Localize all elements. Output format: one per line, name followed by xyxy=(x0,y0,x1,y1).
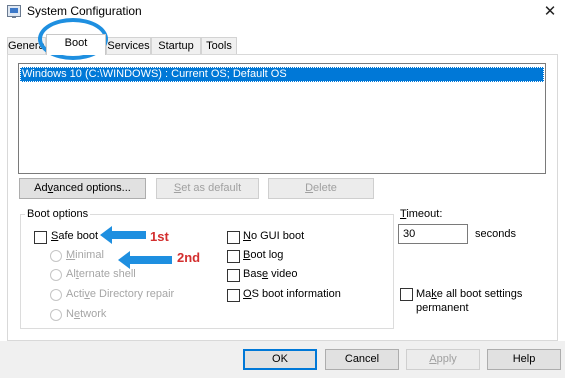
system-configuration-window: System Configuration ✕ General Boot Serv… xyxy=(0,0,565,378)
second-arrow-icon xyxy=(118,251,172,269)
boot-log-label: Boot log xyxy=(243,249,284,261)
os-boot-information-label: OS boot information xyxy=(243,288,341,300)
os-list-item[interactable]: Windows 10 (C:\WINDOWS) : Current OS; De… xyxy=(20,67,544,82)
timeout-input[interactable] xyxy=(398,224,468,244)
first-arrow-icon xyxy=(100,226,146,244)
safe-boot-checkbox[interactable] xyxy=(34,231,47,244)
annotation-second: 2nd xyxy=(177,250,201,265)
make-permanent-checkbox[interactable] xyxy=(400,288,413,301)
tab-tools[interactable]: Tools xyxy=(201,37,237,54)
timeout-unit: seconds xyxy=(475,228,516,240)
tab-strip: General Boot Services Startup Tools xyxy=(7,34,558,55)
help-button[interactable]: Help xyxy=(487,349,561,370)
minimal-radio[interactable] xyxy=(50,250,62,262)
cancel-button[interactable]: Cancel xyxy=(325,349,399,370)
base-video-label: Base video xyxy=(243,268,298,280)
no-gui-boot-checkbox[interactable] xyxy=(227,231,240,244)
no-gui-boot-label: No GUI boot xyxy=(243,230,305,242)
advanced-options-button[interactable]: Advanced options... xyxy=(19,178,146,199)
minimal-label: Minimal xyxy=(66,249,104,261)
make-permanent-label: Make all boot settings permanent xyxy=(416,288,523,314)
delete-button[interactable]: Delete xyxy=(268,178,374,199)
tab-services[interactable]: Services xyxy=(106,37,151,54)
active-directory-repair-radio[interactable] xyxy=(50,289,62,301)
alternate-shell-radio[interactable] xyxy=(50,269,62,281)
msconfig-app-icon xyxy=(7,5,21,18)
tab-boot[interactable]: Boot xyxy=(46,34,106,55)
network-label: Network xyxy=(66,308,107,320)
tab-startup[interactable]: Startup xyxy=(151,37,201,54)
apply-button[interactable]: Apply xyxy=(406,349,480,370)
active-directory-repair-label: Active Directory repair xyxy=(66,288,175,300)
boot-log-checkbox[interactable] xyxy=(227,250,240,263)
set-as-default-button[interactable]: Set as default xyxy=(156,178,259,199)
window-title: System Configuration xyxy=(27,4,142,18)
base-video-checkbox[interactable] xyxy=(227,269,240,282)
os-boot-information-checkbox[interactable] xyxy=(227,289,240,302)
os-list[interactable]: Windows 10 (C:\WINDOWS) : Current OS; De… xyxy=(18,63,546,174)
safe-boot-label: Safe boot xyxy=(51,230,99,242)
close-button[interactable]: ✕ xyxy=(535,0,565,24)
network-radio[interactable] xyxy=(50,309,62,321)
timeout-label: Timeout: xyxy=(400,208,443,220)
ok-button[interactable]: OK xyxy=(243,349,317,370)
boot-options-label: Boot options xyxy=(25,208,91,220)
annotation-first: 1st xyxy=(150,229,169,244)
